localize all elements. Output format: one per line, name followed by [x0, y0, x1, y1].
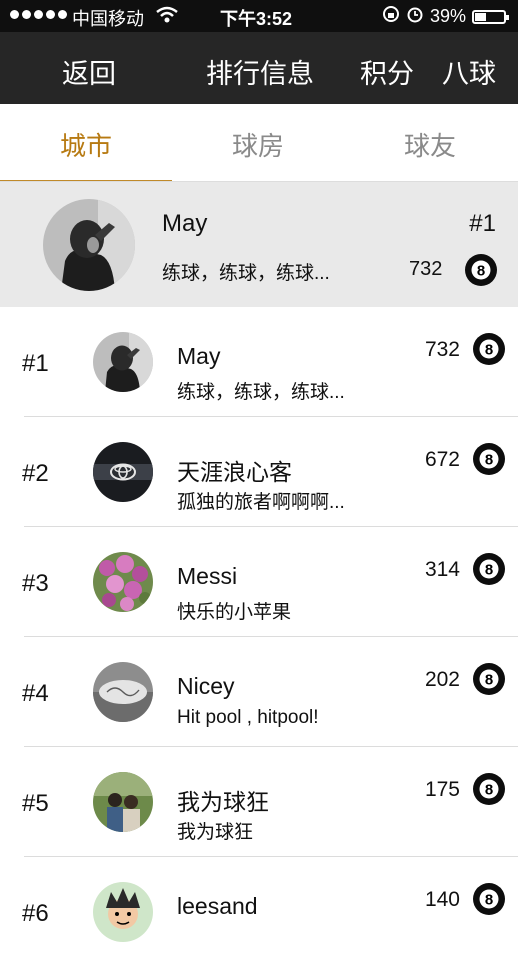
player-signature: 我为球狂	[177, 822, 254, 843]
avatar	[93, 332, 153, 392]
my-rank: #1	[469, 210, 496, 237]
player-score: 202	[424, 668, 460, 691]
my-rank-card[interactable]: May #1 练球，练球，练球... 732 8	[0, 182, 518, 307]
avatar	[93, 552, 153, 612]
player-score: 732	[424, 338, 460, 361]
eight-ball-filter-button[interactable]: 八球	[442, 52, 496, 91]
carrier-label: 中国移动	[72, 9, 144, 29]
rank-number: #5	[22, 790, 49, 817]
avatar	[93, 772, 153, 832]
signal-icon	[10, 10, 67, 19]
player-score: 314	[424, 558, 460, 581]
leaderboard-row[interactable]: #4 Nicey Hit pool , hitpool! 202 8	[0, 637, 518, 747]
leaderboard-row[interactable]: #6 leesand 140 8	[0, 857, 518, 967]
clock-label: 下午3:52	[220, 9, 293, 29]
points-button[interactable]: 积分	[360, 52, 414, 91]
player-name: leesand	[177, 893, 258, 919]
rank-number: #3	[22, 570, 49, 597]
battery-icon	[472, 9, 509, 24]
leaderboard-row[interactable]: #3 Messi 快乐的小苹果 314 8	[0, 527, 518, 637]
player-score: 140	[424, 888, 460, 911]
eight-ball-icon: 8	[472, 772, 506, 806]
rank-number: #2	[22, 460, 49, 487]
avatar	[93, 882, 153, 942]
eight-ball-icon: 8	[472, 552, 506, 586]
avatar	[93, 662, 153, 722]
eight-ball-icon: 8	[472, 662, 506, 696]
svg-text:8: 8	[485, 672, 493, 689]
player-signature: Hit pool , hitpool!	[177, 707, 319, 728]
rotation-lock-icon	[382, 5, 400, 28]
eight-ball-icon: 8	[464, 253, 498, 287]
player-name: Messi	[177, 563, 238, 589]
player-name: 我为球狂	[177, 789, 269, 815]
eight-ball-icon: 8	[472, 882, 506, 916]
player-name: 天涯浪心客	[177, 459, 292, 485]
rank-number: #4	[22, 680, 49, 707]
avatar	[93, 442, 153, 502]
leaderboard-list: #1 May 练球，练球，练球... 732 8 #2 天涯浪心客 孤独的旅者啊…	[0, 307, 518, 967]
wifi-icon	[156, 6, 178, 29]
alarm-icon	[406, 5, 424, 28]
tab-bar: 城市 球房 球友	[0, 104, 518, 183]
battery-percent: 39%	[429, 6, 466, 26]
player-score: 672	[424, 448, 460, 471]
svg-text:8: 8	[485, 342, 493, 359]
status-bar: 中国移动 下午3:52 39%	[0, 0, 518, 32]
navigation-bar: 返回 排行信息 积分 八球	[0, 32, 518, 104]
avatar	[43, 199, 135, 291]
svg-text:8: 8	[485, 892, 493, 909]
leaderboard-row[interactable]: #2 天涯浪心客 孤独的旅者啊啊啊... 672 8	[0, 417, 518, 527]
svg-text:8: 8	[485, 782, 493, 799]
svg-text:8: 8	[485, 562, 493, 579]
leaderboard-row[interactable]: #1 May 练球，练球，练球... 732 8	[0, 307, 518, 417]
rank-number: #6	[22, 900, 49, 927]
player-signature: 孤独的旅者啊啊啊...	[177, 492, 345, 513]
svg-text:8: 8	[485, 452, 493, 469]
my-score: 732	[409, 258, 443, 280]
my-signature: 练球，练球，练球...	[162, 263, 330, 284]
eight-ball-icon: 8	[472, 442, 506, 476]
player-signature: 练球，练球，练球...	[177, 382, 345, 403]
leaderboard-row[interactable]: #5 我为球狂 我为球狂 175 8	[0, 747, 518, 857]
back-button[interactable]: 返回	[62, 52, 116, 91]
tab-pool-hall[interactable]: 球房	[172, 126, 344, 163]
svg-text:8: 8	[477, 263, 485, 280]
rank-number: #1	[22, 350, 49, 377]
page-title: 排行信息	[206, 59, 314, 89]
player-name: May	[177, 343, 221, 369]
my-name: May	[162, 210, 208, 237]
player-name: Nicey	[177, 673, 235, 699]
tab-city[interactable]: 城市	[0, 126, 172, 163]
tab-friends[interactable]: 球友	[344, 126, 516, 163]
player-score: 175	[424, 778, 460, 801]
player-signature: 快乐的小苹果	[177, 602, 292, 623]
eight-ball-icon: 8	[472, 332, 506, 366]
